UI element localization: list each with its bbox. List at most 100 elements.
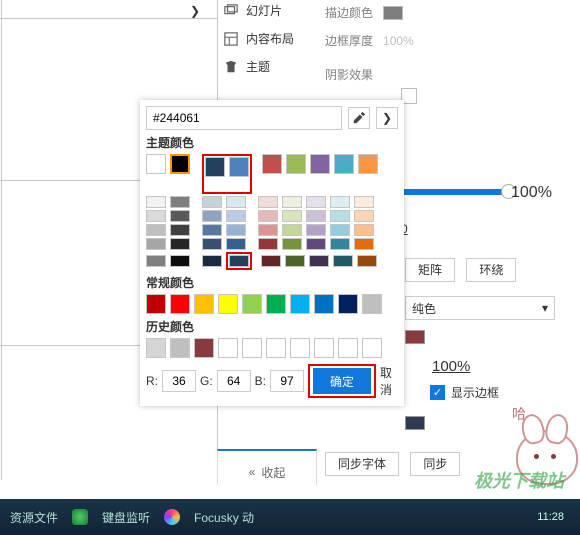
fill-color-swatch[interactable] [405, 330, 425, 344]
tint-sw[interactable] [330, 196, 350, 208]
fill-type-select[interactable]: 纯色 ▾ [405, 296, 555, 320]
expand-button[interactable]: ❯ [376, 107, 398, 129]
tint-sw[interactable] [146, 210, 166, 222]
btn-wrap[interactable]: 环绕 [466, 258, 516, 282]
app-icon[interactable] [164, 509, 180, 525]
tint-sw[interactable] [282, 196, 302, 208]
tint-sw[interactable] [333, 255, 353, 267]
tint-sw[interactable] [202, 255, 222, 267]
hex-input[interactable] [146, 106, 342, 130]
tint-sw[interactable] [170, 238, 190, 250]
tint-sw[interactable] [226, 196, 246, 208]
tint-sw-target[interactable] [229, 255, 249, 267]
cancel-button[interactable]: 取消 [380, 364, 398, 398]
tint-sw[interactable] [202, 196, 222, 208]
hist-sw[interactable] [314, 338, 334, 358]
btn-matrix[interactable]: 矩阵 [405, 258, 455, 282]
tint-sw[interactable] [309, 255, 329, 267]
tint-sw[interactable] [330, 210, 350, 222]
tint-sw[interactable] [170, 224, 190, 236]
hist-sw[interactable] [242, 338, 262, 358]
collapse-panel[interactable]: « 收起 [217, 449, 317, 485]
theme-sw[interactable] [310, 154, 330, 174]
tint-sw[interactable] [226, 210, 246, 222]
tint-sw[interactable] [226, 224, 246, 236]
hist-sw[interactable] [290, 338, 310, 358]
input-G[interactable] [217, 370, 251, 392]
tint-sw[interactable] [146, 255, 166, 267]
hist-sw[interactable] [266, 338, 286, 358]
taskbar-clock[interactable]: 11:28 [537, 511, 564, 523]
tint-sw[interactable] [357, 255, 377, 267]
tint-sw[interactable] [170, 255, 190, 267]
tb-app-3[interactable]: Focusky 动 [194, 509, 254, 526]
hist-sw[interactable] [170, 338, 190, 358]
opacity-slider[interactable] [400, 189, 510, 195]
tint-sw[interactable] [306, 210, 326, 222]
tint-sw[interactable] [306, 238, 326, 250]
tint-sw[interactable] [306, 224, 326, 236]
border-width-value[interactable]: 100% [383, 34, 414, 48]
tint-sw[interactable] [146, 196, 166, 208]
tint-sw[interactable] [258, 224, 278, 236]
std-sw[interactable] [362, 294, 382, 314]
tint-sw[interactable] [330, 224, 350, 236]
chevron-right-icon[interactable]: ❯ [190, 4, 200, 18]
show-border-checkbox[interactable]: ✓ [430, 385, 445, 400]
nav-item-theme[interactable]: 主题 [224, 58, 270, 75]
hist-sw[interactable] [146, 338, 166, 358]
tint-sw[interactable] [202, 210, 222, 222]
tint-sw[interactable] [282, 238, 302, 250]
std-sw[interactable] [338, 294, 358, 314]
tint-sw[interactable] [282, 224, 302, 236]
border-color-swatch[interactable] [405, 416, 425, 430]
tb-app-1[interactable]: 资源文件 [10, 509, 58, 526]
tint-sw[interactable] [202, 224, 222, 236]
tint-sw[interactable] [285, 255, 305, 267]
tint-sw[interactable] [258, 210, 278, 222]
tint-sw[interactable] [282, 210, 302, 222]
std-sw[interactable] [266, 294, 286, 314]
tint-sw[interactable] [354, 238, 374, 250]
std-sw[interactable] [290, 294, 310, 314]
theme-sw[interactable] [358, 154, 378, 174]
theme-sw-selected[interactable] [170, 154, 190, 174]
std-sw[interactable] [170, 294, 190, 314]
btn-sync[interactable]: 同步 [410, 452, 460, 476]
std-sw[interactable] [314, 294, 334, 314]
tint-sw[interactable] [354, 196, 374, 208]
input-B[interactable] [270, 370, 304, 392]
nav-item-layout[interactable]: 内容布局 [224, 30, 294, 47]
tint-sw[interactable] [258, 196, 278, 208]
std-sw[interactable] [218, 294, 238, 314]
tint-sw[interactable] [258, 238, 278, 250]
std-sw[interactable] [194, 294, 214, 314]
tint-sw[interactable] [306, 196, 326, 208]
input-R[interactable] [162, 370, 196, 392]
hist-sw[interactable] [362, 338, 382, 358]
tint-sw[interactable] [202, 238, 222, 250]
theme-sw[interactable] [334, 154, 354, 174]
hist-sw[interactable] [194, 338, 214, 358]
tb-app-2[interactable]: 键盘监听 [102, 509, 150, 526]
tint-sw[interactable] [226, 238, 246, 250]
tint-sw[interactable] [146, 224, 166, 236]
theme-sw[interactable] [262, 154, 282, 174]
tint-sw[interactable] [330, 238, 350, 250]
std-sw[interactable] [146, 294, 166, 314]
eyedropper-button[interactable] [348, 107, 370, 129]
tint-sw[interactable] [146, 238, 166, 250]
std-sw[interactable] [242, 294, 262, 314]
btn-sync-font[interactable]: 同步字体 [325, 452, 399, 476]
theme-sw[interactable] [205, 157, 225, 177]
tint-sw[interactable] [170, 196, 190, 208]
theme-sw[interactable] [286, 154, 306, 174]
theme-sw[interactable] [146, 154, 166, 174]
app-icon[interactable] [72, 509, 88, 525]
ok-button[interactable]: 确定 [313, 368, 371, 394]
theme-sw[interactable] [229, 157, 249, 177]
hist-sw[interactable] [218, 338, 238, 358]
stroke-color-swatch[interactable] [383, 6, 403, 20]
tint-sw[interactable] [354, 224, 374, 236]
hist-sw[interactable] [338, 338, 358, 358]
